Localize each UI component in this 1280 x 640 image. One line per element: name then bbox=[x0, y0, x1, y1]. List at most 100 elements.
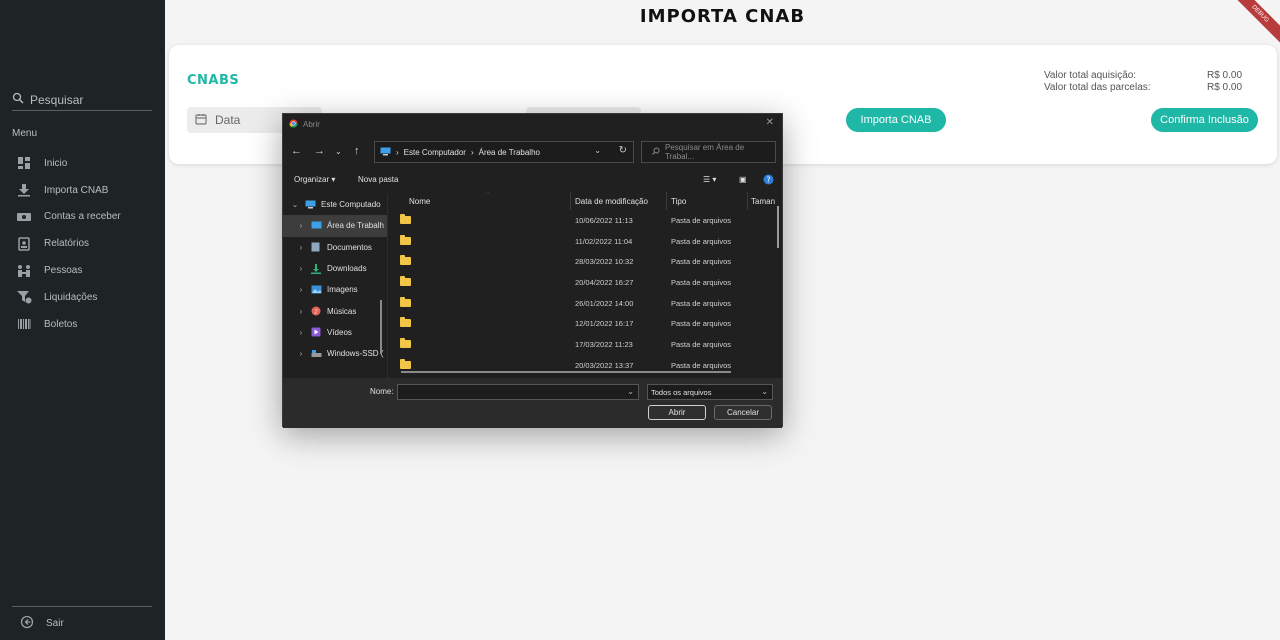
dialog-search-input[interactable]: Pesquisar em Área de Trabal... bbox=[641, 141, 776, 163]
sidebar-item-pessoas[interactable]: Pessoas bbox=[16, 257, 121, 284]
sidebar-nav: Inicio Importa CNAB Contas a receber Rel… bbox=[16, 150, 121, 338]
chevron-down-icon[interactable]: ⌄ bbox=[335, 147, 342, 156]
search-icon bbox=[12, 91, 24, 109]
tree-item-musicas[interactable]: › ♪ Músicas bbox=[283, 300, 387, 321]
date-placeholder: Data bbox=[215, 113, 241, 127]
column-separator[interactable] bbox=[570, 192, 571, 210]
file-row[interactable]: 12/01/2022 16:17 Pasta de arquivos bbox=[388, 313, 783, 334]
report-icon bbox=[16, 236, 32, 252]
sidebar-item-label: Boletos bbox=[44, 318, 78, 330]
sidebar-search[interactable]: Pesquisar bbox=[12, 89, 152, 111]
forward-arrow-icon[interactable]: → bbox=[314, 145, 325, 157]
file-row[interactable]: 28/03/2022 10:32 Pasta de arquivos bbox=[388, 251, 783, 272]
dashboard-icon bbox=[16, 155, 32, 171]
file-row[interactable]: 11/02/2022 11:04 Pasta de arquivos bbox=[388, 231, 783, 252]
column-separator[interactable] bbox=[666, 192, 667, 210]
tree-item-windows-ssd[interactable]: › Windows-SSD ( bbox=[283, 343, 387, 364]
file-modified: 12/01/2022 16:17 bbox=[575, 319, 634, 329]
breadcrumb-separator: › bbox=[470, 147, 474, 157]
sidebar-item-label: Relatórios bbox=[44, 238, 90, 250]
svg-text:?: ? bbox=[766, 175, 770, 184]
file-type: Pasta de arquivos bbox=[671, 360, 732, 370]
chevron-right-icon[interactable]: › bbox=[295, 285, 307, 294]
folder-icon bbox=[400, 234, 411, 245]
calendar-icon bbox=[195, 113, 207, 128]
chevron-down-icon[interactable]: ⌄ bbox=[627, 387, 634, 396]
desktop-icon bbox=[311, 221, 323, 231]
refresh-icon[interactable]: ↻ bbox=[619, 145, 627, 156]
column-name-header[interactable]: Nome bbox=[409, 197, 430, 206]
tree-item-imagens[interactable]: › Imagens bbox=[283, 279, 387, 300]
up-arrow-icon[interactable]: ↑ bbox=[354, 145, 360, 157]
file-modified: 26/01/2022 14:00 bbox=[575, 298, 634, 308]
sidebar-item-importa-cnab[interactable]: Importa CNAB bbox=[16, 177, 121, 204]
file-type: Pasta de arquivos bbox=[671, 319, 732, 329]
file-row[interactable]: 10/06/2022 11:13 Pasta de arquivos bbox=[388, 210, 783, 231]
new-folder-button[interactable]: Nova pasta bbox=[358, 175, 398, 184]
total-acquisition-row: Valor total aquisição: R$ 0.00 bbox=[1044, 70, 1247, 82]
folder-icon bbox=[400, 338, 411, 349]
chevron-right-icon[interactable]: › bbox=[295, 307, 307, 316]
back-arrow-icon[interactable]: ← bbox=[291, 145, 302, 157]
sidebar-item-label: Liquidações bbox=[44, 291, 98, 303]
downloads-icon bbox=[311, 263, 323, 274]
import-cnab-button[interactable]: Importa CNAB bbox=[846, 108, 946, 132]
total-value: R$ 0.00 bbox=[1207, 82, 1243, 93]
tree-item-documentos[interactable]: › Documentos bbox=[283, 237, 387, 258]
sidebar-item-contas-a-receber[interactable]: Contas a receber bbox=[16, 204, 121, 231]
preview-pane-icon[interactable]: ▣ bbox=[739, 175, 747, 184]
chevron-right-icon[interactable]: › bbox=[295, 349, 307, 358]
file-list-horizontal-scrollbar[interactable] bbox=[401, 371, 731, 373]
file-list-vertical-scrollbar[interactable] bbox=[777, 206, 779, 248]
file-row[interactable]: 20/04/2022 16:27 Pasta de arquivos bbox=[388, 272, 783, 293]
chevron-right-icon[interactable]: › bbox=[295, 221, 307, 230]
tree-scrollbar[interactable] bbox=[380, 300, 382, 354]
dialog-navbar: ← → ⌄ ↑ › Este Computador › Área de Trab… bbox=[283, 140, 782, 166]
close-icon[interactable]: ✕ bbox=[766, 117, 774, 128]
confirm-inclusion-button[interactable]: Confirma Inclusão bbox=[1151, 108, 1258, 132]
cancel-button[interactable]: Cancelar bbox=[714, 405, 772, 420]
total-label: Valor total aquisição: bbox=[1044, 70, 1137, 81]
view-list-icon[interactable]: ☰ ▾ bbox=[703, 175, 716, 184]
drive-icon bbox=[311, 349, 323, 359]
sort-up-icon: ^ bbox=[486, 192, 490, 197]
organize-button[interactable]: Organizar ▾ bbox=[294, 175, 335, 184]
tree-item-area-de-trabalho[interactable]: › Área de Trabalh bbox=[283, 215, 387, 237]
sidebar: Pesquisar Menu Inicio Importa CNAB Conta… bbox=[0, 0, 165, 640]
chevron-down-icon[interactable]: ⌄ bbox=[594, 146, 601, 155]
breadcrumb-item[interactable]: Este Computador bbox=[404, 148, 466, 157]
dialog-title: Abrir bbox=[303, 120, 320, 129]
tree-item-label: Documentos bbox=[327, 242, 372, 252]
file-modified: 10/06/2022 11:13 bbox=[575, 216, 633, 225]
open-button[interactable]: Abrir bbox=[648, 405, 706, 420]
chevron-right-icon[interactable]: › bbox=[295, 264, 307, 273]
sidebar-item-relatorios[interactable]: Relatórios bbox=[16, 230, 121, 257]
tree-item-downloads[interactable]: › Downloads bbox=[283, 258, 387, 279]
tree-item-label: Downloads bbox=[327, 264, 367, 274]
chevron-right-icon[interactable]: › bbox=[295, 328, 307, 337]
chevron-right-icon[interactable]: › bbox=[295, 243, 307, 252]
address-bar[interactable]: › Este Computador › Área de Trabalho ⌄ ↻ bbox=[374, 141, 634, 163]
file-name-input[interactable]: ⌄ bbox=[397, 384, 639, 400]
page-title: IMPORTA CNAB bbox=[639, 6, 806, 27]
file-type-select[interactable]: Todos os arquivos ⌄ bbox=[647, 384, 773, 400]
column-modified-header[interactable]: Data de modificação bbox=[575, 197, 648, 206]
sidebar-item-liquidacoes[interactable]: Liquidações bbox=[16, 284, 121, 311]
tree-item-videos[interactable]: › Vídeos bbox=[283, 322, 387, 343]
logout-button[interactable]: Sair bbox=[20, 615, 64, 632]
column-size-header[interactable]: Taman bbox=[751, 197, 775, 206]
breadcrumb-item[interactable]: Área de Trabalho bbox=[479, 148, 540, 157]
chevron-down-icon[interactable]: ⌄ bbox=[761, 387, 768, 396]
column-type-header[interactable]: Tipo bbox=[671, 197, 686, 206]
total-installments-row: Valor total das parcelas: R$ 0.00 bbox=[1044, 82, 1247, 94]
tree-item-este-computador[interactable]: ⌄ Este Computado bbox=[283, 194, 387, 215]
sidebar-item-boletos[interactable]: Boletos bbox=[16, 311, 121, 338]
file-row[interactable]: 26/01/2022 14:00 Pasta de arquivos bbox=[388, 293, 783, 314]
search-placeholder: Pesquisar em Área de Trabal... bbox=[665, 143, 745, 161]
column-separator[interactable] bbox=[747, 192, 748, 210]
help-icon[interactable]: ? bbox=[763, 174, 774, 187]
sidebar-item-inicio[interactable]: Inicio bbox=[16, 150, 121, 177]
file-row[interactable]: 17/03/2022 11:23 Pasta de arquivos bbox=[388, 334, 783, 355]
tree-item-label: Este Computado bbox=[321, 200, 381, 210]
chevron-down-icon[interactable]: ⌄ bbox=[289, 200, 301, 209]
